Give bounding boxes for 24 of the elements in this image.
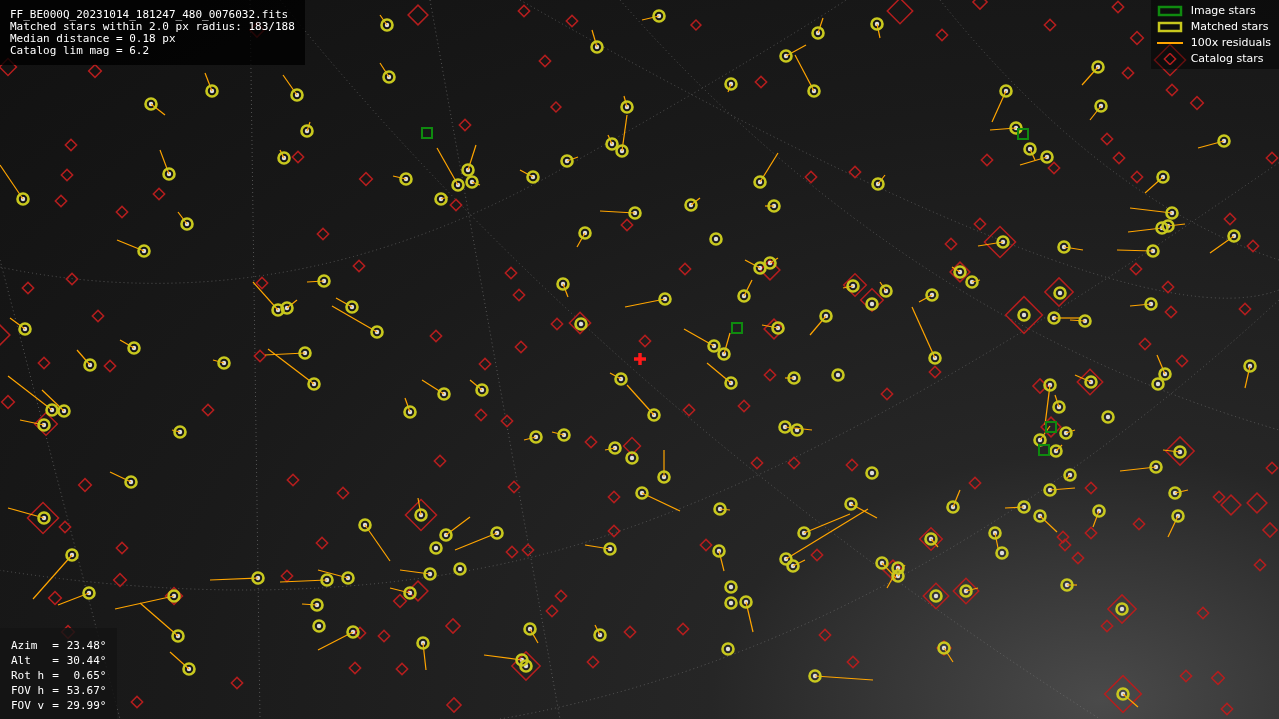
legend-label: Image stars [1190,4,1257,17]
parameter-label: FOV h [11,684,45,698]
legend-label: Catalog stars [1190,52,1265,65]
parameter-label: Rot h [11,669,45,683]
legend-label: Matched stars [1190,20,1270,33]
stats-line: Catalog lim mag = 6.2 [10,45,150,57]
parameter-value: 30.44° [66,654,107,668]
stats-line: Median distance = 0.18 px [10,33,176,45]
parameter-label: FOV v [11,699,45,713]
equals-sign: = [52,684,59,698]
legend-label: 100x residuals [1190,36,1271,49]
parameter-value: 0.65° [72,669,107,683]
equals-sign: = [52,639,59,653]
file-name: FF_BE000Q_20231014_181247_480_0076032.fits [10,9,289,21]
parameter-label: Alt [11,654,32,668]
center-cross-icon [632,351,648,367]
equals-sign: = [52,669,59,683]
equals-sign: = [52,654,59,668]
parameter-value: 23.48° [66,639,107,653]
parameter-value: 53.67° [66,684,107,698]
parameter-label: Azim [11,639,39,653]
parameter-value: 29.99° [66,699,107,713]
stats-line: Matched stars within 2.0 px radius: 183/188 [10,21,295,33]
equals-sign: = [52,699,59,713]
